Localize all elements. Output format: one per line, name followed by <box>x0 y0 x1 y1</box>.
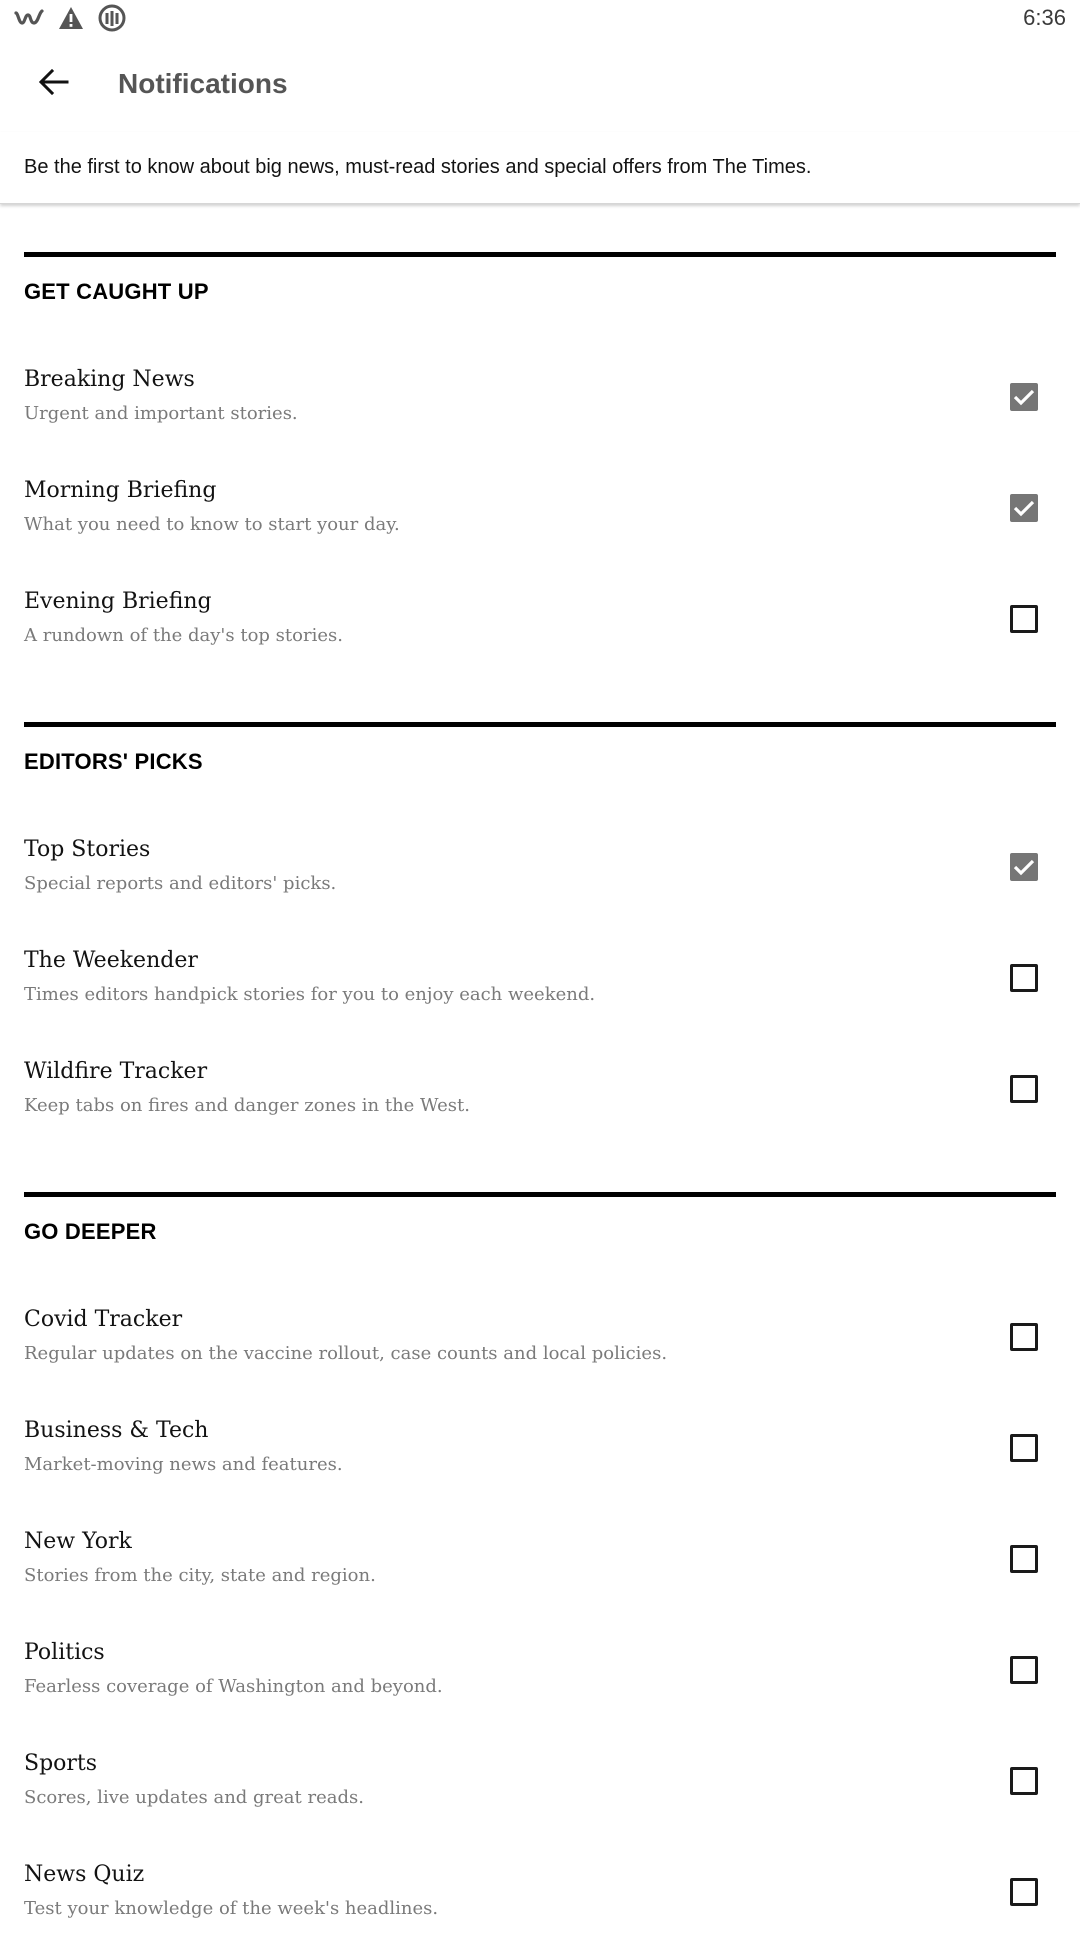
check-icon <box>1013 389 1035 405</box>
checkbox-unchecked[interactable] <box>1010 1074 1038 1103</box>
setting-row-business-tech[interactable]: Business & Tech Market-moving news and f… <box>24 1392 1056 1503</box>
section-editors-picks: EDITORS' PICKS Top Stories Special repor… <box>24 722 1056 1144</box>
setting-subtitle: Regular updates on the vaccine rollout, … <box>24 1342 668 1364</box>
setting-title: Business & Tech <box>24 1417 209 1443</box>
setting-title: Wildfire Tracker <box>24 1058 208 1084</box>
setting-title: New York <box>24 1528 132 1554</box>
back-button[interactable] <box>26 56 82 112</box>
page-title: Notifications <box>118 68 288 99</box>
setting-subtitle: Fearless coverage of Washington and beyo… <box>24 1675 443 1697</box>
setting-subtitle: Times editors handpick stories for you t… <box>24 983 596 1005</box>
section-title: EDITORS' PICKS <box>24 749 203 774</box>
setting-title: Sports <box>24 1750 98 1776</box>
check-icon <box>1013 500 1035 516</box>
checkbox-unchecked[interactable] <box>1010 963 1038 992</box>
setting-title: News Quiz <box>24 1861 145 1887</box>
checkbox-unchecked[interactable] <box>1010 604 1038 633</box>
setting-row-sports[interactable]: Sports Scores, live updates and great re… <box>24 1725 1056 1836</box>
setting-row-covid-tracker[interactable]: Covid Tracker Regular updates on the vac… <box>24 1281 1056 1392</box>
setting-title: Breaking News <box>24 366 195 392</box>
status-bar: 6:36 <box>0 0 1080 36</box>
setting-row-breaking-news[interactable]: Breaking News Urgent and important stori… <box>24 341 1056 452</box>
notification-settings: GET CAUGHT UP Breaking News Urgent and i… <box>0 252 1080 1947</box>
setting-subtitle: Market-moving news and features. <box>24 1453 343 1475</box>
section-divider <box>24 1192 1056 1197</box>
setting-row-politics[interactable]: Politics Fearless coverage of Washington… <box>24 1614 1056 1725</box>
setting-subtitle: Stories from the city, state and region. <box>24 1564 376 1586</box>
intro-text: Be the first to know about big news, mus… <box>0 132 1080 204</box>
setting-title: Evening Briefing <box>24 588 212 614</box>
setting-title: Covid Tracker <box>24 1306 183 1332</box>
checkbox-checked[interactable] <box>1010 493 1038 522</box>
status-time: 6:36 <box>1023 5 1066 30</box>
setting-title: Top Stories <box>24 836 151 862</box>
w-app-icon <box>14 7 44 29</box>
section-divider <box>24 252 1056 257</box>
setting-title: Morning Briefing <box>24 477 217 503</box>
setting-row-morning-briefing[interactable]: Morning Briefing What you need to know t… <box>24 452 1056 563</box>
checkbox-checked[interactable] <box>1010 382 1038 411</box>
arrow-left-icon <box>38 68 69 100</box>
checkbox-unchecked[interactable] <box>1010 1544 1038 1573</box>
section-divider <box>24 722 1056 727</box>
g-app-icon <box>98 4 126 32</box>
setting-subtitle: Scores, live updates and great reads. <box>24 1786 364 1808</box>
setting-row-new-york[interactable]: New York Stories from the city, state an… <box>24 1503 1056 1614</box>
setting-subtitle: Urgent and important stories. <box>24 402 298 424</box>
section-get-caught-up: GET CAUGHT UP Breaking News Urgent and i… <box>24 252 1056 674</box>
checkbox-unchecked[interactable] <box>1010 1433 1038 1462</box>
warning-icon <box>58 6 84 30</box>
setting-row-wildfire-tracker[interactable]: Wildfire Tracker Keep tabs on fires and … <box>24 1033 1056 1144</box>
setting-subtitle: What you need to know to start your day. <box>24 513 400 535</box>
checkbox-unchecked[interactable] <box>1010 1655 1038 1684</box>
setting-row-top-stories[interactable]: Top Stories Special reports and editors'… <box>24 811 1056 922</box>
checkbox-checked[interactable] <box>1010 852 1038 881</box>
setting-row-the-weekender[interactable]: The Weekender Times editors handpick sto… <box>24 922 1056 1033</box>
checkbox-unchecked[interactable] <box>1010 1877 1038 1906</box>
setting-row-evening-briefing[interactable]: Evening Briefing A rundown of the day's … <box>24 563 1056 674</box>
setting-row-news-quiz[interactable]: News Quiz Test your knowledge of the wee… <box>24 1836 1056 1947</box>
setting-subtitle: A rundown of the day's top stories. <box>24 624 343 646</box>
app-bar: Notifications <box>0 36 1080 132</box>
status-icons <box>14 4 126 32</box>
check-icon <box>1013 859 1035 875</box>
section-title: GET CAUGHT UP <box>24 279 209 304</box>
setting-title: Politics <box>24 1639 105 1665</box>
section-title: GO DEEPER <box>24 1219 157 1244</box>
checkbox-unchecked[interactable] <box>1010 1766 1038 1795</box>
setting-subtitle: Test your knowledge of the week's headli… <box>24 1897 439 1919</box>
checkbox-unchecked[interactable] <box>1010 1322 1038 1351</box>
setting-subtitle: Special reports and editors' picks. <box>24 872 337 894</box>
setting-subtitle: Keep tabs on fires and danger zones in t… <box>24 1094 470 1116</box>
section-go-deeper: GO DEEPER Covid Tracker Regular updates … <box>24 1192 1056 1947</box>
setting-title: The Weekender <box>24 947 198 973</box>
